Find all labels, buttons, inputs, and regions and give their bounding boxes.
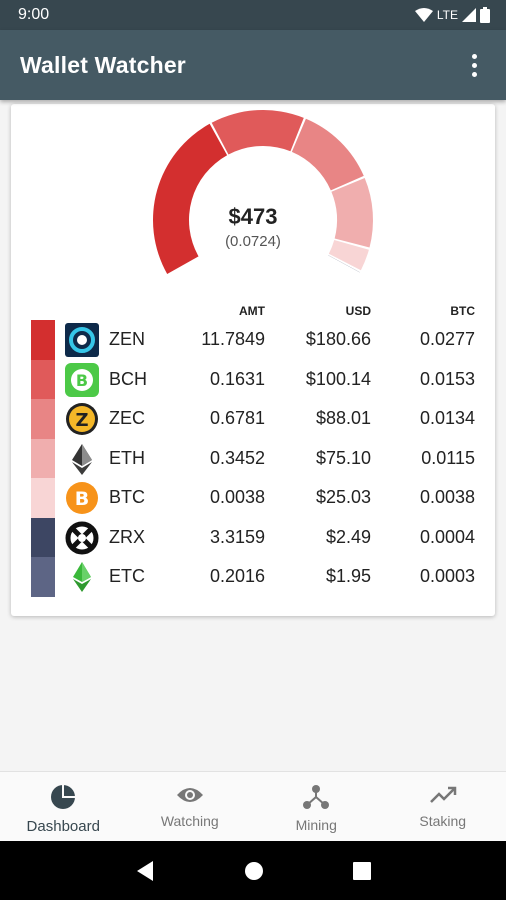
coin-btc-value: 0.0134: [419, 408, 475, 428]
zrx-icon: [65, 521, 99, 555]
total-btc-value: (0.0724): [225, 233, 281, 250]
color-swatch: [31, 517, 55, 557]
coin-amount: 0.3452: [209, 447, 265, 468]
color-swatch: [31, 478, 55, 518]
app-title: Wallet Watcher: [20, 51, 186, 78]
eye-icon: [176, 784, 204, 813]
holdings-list: ZEN 11.7849 $180.66 0.0277 B BCH 0.1631 $100.14…: [11, 320, 495, 597]
nav-label: Mining: [295, 817, 337, 833]
column-header-amt: AMT: [239, 304, 265, 318]
coin-usd-value: $75.10: [315, 447, 371, 468]
donut-slice-bch: [211, 110, 304, 155]
holding-row[interactable]: B BTC 0.0038 $25.03 0.0038: [11, 478, 495, 518]
coin-usd-value: $1.95: [325, 566, 371, 586]
column-header-btc: BTC: [450, 304, 475, 318]
coin-amount: 0.1631: [209, 368, 265, 389]
holding-row[interactable]: ETC 0.2016 $1.95 0.0003: [11, 557, 495, 597]
holding-row[interactable]: ETH 0.3452 $75.10 0.0115: [11, 438, 495, 478]
network-icon: [303, 784, 330, 817]
nav-label: Staking: [419, 813, 467, 829]
donut-slice-zec: [291, 118, 364, 191]
holding-row[interactable]: ZEN 11.7849 $180.66 0.0277: [11, 320, 495, 360]
wifi-icon: [414, 8, 433, 22]
color-swatch: [31, 399, 55, 439]
coin-usd-value: $25.03: [315, 487, 371, 507]
color-swatch: [31, 438, 55, 478]
color-swatch: [31, 557, 55, 597]
coin-amount: 0.0038: [209, 487, 265, 507]
color-swatch: [31, 320, 55, 360]
coin-symbol: BCH: [109, 368, 148, 389]
nav-tab-staking[interactable]: Staking: [380, 772, 506, 841]
coin-amount: 0.2016: [209, 566, 265, 586]
btc-icon: B: [65, 481, 99, 515]
back-icon[interactable]: [135, 860, 155, 882]
coin-usd-value: $180.66: [305, 329, 371, 349]
holding-row[interactable]: B BCH 0.1631 $100.14 0.0153: [11, 359, 495, 399]
etc-icon: [65, 560, 99, 594]
app-bar: Wallet Watcher: [0, 30, 506, 100]
coin-amount: 3.3159: [209, 526, 265, 547]
column-header-usd: USD: [345, 304, 371, 318]
coin-symbol: ZEC: [109, 408, 145, 428]
total-usd-value: $473: [228, 204, 278, 229]
nav-tab-dashboard[interactable]: Dashboard: [0, 772, 127, 841]
signal-icon: [462, 8, 476, 22]
status-time: 9:00: [18, 6, 50, 23]
nav-label: Dashboard: [26, 818, 100, 835]
bottom-navigation: Dashboard Watching Mining Staking: [0, 771, 506, 841]
holding-row[interactable]: Z ZEC 0.6781 $88.01 0.0134: [11, 399, 495, 439]
coin-btc-value: 0.0038: [419, 487, 475, 507]
status-bar: 9:00 LTE: [0, 0, 506, 30]
recents-icon[interactable]: [353, 861, 372, 880]
coin-symbol: BTC: [109, 487, 145, 507]
coin-usd-value: $100.14: [305, 368, 371, 389]
bch-icon: B: [65, 362, 99, 397]
donut-slice-zen: [153, 123, 228, 274]
coin-symbol: ETC: [109, 566, 145, 586]
color-swatch: [31, 359, 55, 399]
home-icon[interactable]: [244, 861, 264, 881]
battery-icon: [480, 7, 490, 23]
coin-usd-value: $2.49: [325, 526, 371, 547]
coin-amount: 0.6781: [209, 408, 265, 428]
coin-btc-value: 0.0003: [419, 566, 475, 586]
network-type: LTE: [436, 8, 458, 22]
coin-symbol: ZEN: [109, 329, 145, 349]
nav-tab-mining[interactable]: Mining: [253, 772, 380, 841]
zen-icon: [65, 323, 99, 357]
coin-symbol: ETH: [109, 447, 145, 468]
coin-amount: 11.7849: [201, 329, 265, 349]
eth-icon: [65, 442, 99, 476]
coin-symbol: ZRX: [109, 526, 145, 547]
svg-text:B: B: [76, 371, 88, 390]
coin-btc-value: 0.0004: [419, 526, 475, 547]
zec-icon: Z: [65, 402, 99, 436]
svg-text:B: B: [75, 488, 89, 510]
nav-label: Watching: [160, 813, 219, 829]
holding-row[interactable]: ZRX 3.3159 $2.49 0.0004: [11, 517, 495, 557]
pie-chart-icon: [50, 784, 76, 818]
coin-btc-value: 0.0153: [419, 368, 475, 389]
coin-usd-value: $88.01: [315, 408, 371, 428]
svg-text:Z: Z: [75, 410, 88, 431]
trending-up-icon: [429, 784, 457, 813]
coin-btc-value: 0.0277: [419, 329, 475, 349]
coin-btc-value: 0.0115: [421, 447, 475, 468]
nav-tab-watching[interactable]: Watching: [127, 772, 254, 841]
status-icons: LTE: [414, 7, 490, 23]
system-navigation-bar: [0, 841, 506, 900]
more-vert-icon[interactable]: [462, 50, 486, 80]
portfolio-card: $473 (0.0724) AMT USD BTC ZEN 11.7849 $180…: [11, 104, 495, 616]
